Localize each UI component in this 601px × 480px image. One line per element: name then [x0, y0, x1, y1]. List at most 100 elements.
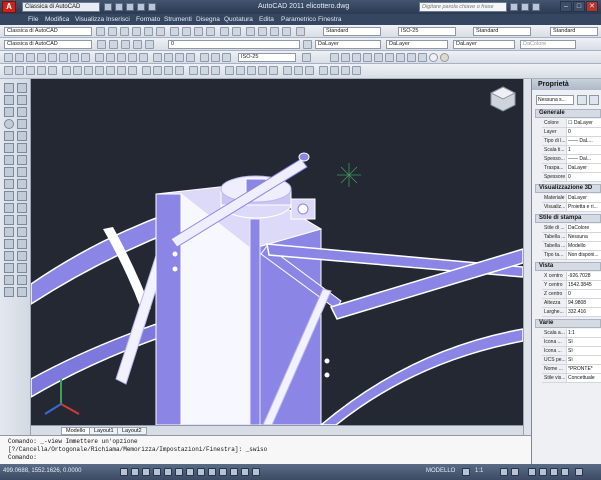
property-value[interactable]: Concettuale	[566, 374, 601, 382]
close-button[interactable]: ✕	[586, 1, 598, 12]
section-generale[interactable]: Generale	[535, 109, 601, 118]
section-stile-di-stampa[interactable]: Stile di stampa	[535, 214, 601, 223]
union-icon[interactable]	[189, 66, 198, 75]
property-value[interactable]: 0	[566, 173, 601, 181]
toggle-pickadd-icon[interactable]	[577, 95, 587, 105]
mirror-3d-icon[interactable]	[258, 66, 267, 75]
rectangle-icon[interactable]	[48, 66, 57, 75]
trim-icon[interactable]	[4, 251, 14, 261]
sun-properties-icon[interactable]	[352, 66, 361, 75]
top-view-icon[interactable]	[374, 53, 383, 62]
property-row[interactable]: Stile vis... Concettuale	[542, 374, 601, 383]
property-row[interactable]: Icona ... Sì	[542, 347, 601, 356]
circle-tool-icon[interactable]	[4, 119, 14, 129]
property-row[interactable]: Z centro 0	[542, 290, 601, 299]
radius-icon[interactable]	[48, 53, 57, 62]
match-properties-icon[interactable]	[206, 27, 215, 36]
linear-dim-icon[interactable]	[4, 53, 13, 62]
menu-disegna[interactable]: Disegna	[196, 16, 220, 23]
help-icon[interactable]	[532, 3, 540, 11]
move-3d-icon[interactable]	[225, 66, 234, 75]
new-icon[interactable]	[108, 27, 117, 36]
diameter-icon[interactable]	[70, 53, 79, 62]
revolve-icon[interactable]	[153, 66, 162, 75]
property-row[interactable]: Scala a... 1:1	[542, 329, 601, 338]
zoom-realtime-icon[interactable]	[258, 27, 267, 36]
cylinder-icon[interactable]	[84, 66, 93, 75]
property-row[interactable]: Altezza 94.9808	[542, 299, 601, 308]
fillet-icon[interactable]	[17, 275, 27, 285]
property-value[interactable]: Nessuna	[566, 233, 601, 241]
hatch-icon[interactable]	[4, 167, 14, 177]
sphere-icon[interactable]	[73, 66, 82, 75]
extrude-icon[interactable]	[142, 66, 151, 75]
copy-icon[interactable]	[182, 27, 191, 36]
selection-select[interactable]: Nessuna s...	[536, 95, 574, 105]
render-icon[interactable]	[319, 66, 328, 75]
mirror-icon[interactable]	[17, 203, 27, 213]
zoom-window-icon[interactable]	[270, 27, 279, 36]
mleader-style-combo[interactable]: Standard	[550, 27, 598, 36]
property-value[interactable]: DaColore	[566, 224, 601, 232]
tolerance-icon[interactable]	[153, 53, 162, 62]
property-row[interactable]: Icona ... Sì	[542, 338, 601, 347]
lights-icon[interactable]	[330, 66, 339, 75]
menu-inserisci[interactable]: Inserisci	[106, 16, 130, 23]
search-input[interactable]: Digitare parola chiave o frase	[419, 2, 507, 12]
revision-cloud-icon[interactable]	[17, 119, 27, 129]
break-icon[interactable]	[139, 53, 148, 62]
ellipse-icon[interactable]	[17, 131, 27, 141]
property-row[interactable]: Y centro 1542.3845	[542, 281, 601, 290]
inspect-icon[interactable]	[175, 53, 184, 62]
ellipse-arc-icon[interactable]	[4, 143, 14, 153]
quick-properties-icon[interactable]	[241, 468, 249, 476]
spline-icon[interactable]	[4, 131, 14, 141]
lock-icon[interactable]	[133, 40, 142, 49]
property-row[interactable]: Layer 0	[542, 128, 601, 137]
property-value[interactable]: 94.9808	[566, 299, 601, 307]
property-row[interactable]: Tabella ... Nessuna	[542, 233, 601, 242]
copy-tool-icon[interactable]	[4, 203, 14, 213]
hardware-acceleration-icon[interactable]	[561, 468, 569, 476]
orbit-icon[interactable]	[341, 53, 350, 62]
continue-icon[interactable]	[117, 53, 126, 62]
wedge-icon[interactable]	[106, 66, 115, 75]
arc-icon[interactable]	[37, 66, 46, 75]
make-current-icon[interactable]	[303, 40, 312, 49]
polar-icon[interactable]	[153, 468, 161, 476]
section-visualizzazione-3d[interactable]: Visualizzazione 3D	[535, 184, 601, 193]
subtract-icon[interactable]	[200, 66, 209, 75]
property-row[interactable]: Traspa... DaLayer	[542, 164, 601, 173]
menu-file[interactable]: File	[28, 16, 38, 23]
intersect-icon[interactable]	[211, 66, 220, 75]
make-block-icon[interactable]	[4, 155, 14, 165]
box-icon[interactable]	[62, 66, 71, 75]
property-row[interactable]: Colore ☐ DaLayer	[542, 119, 601, 128]
otrack-icon[interactable]	[186, 468, 194, 476]
osnap-icon[interactable]	[164, 468, 172, 476]
property-value[interactable]: 1	[566, 146, 601, 154]
ortho-icon[interactable]	[142, 468, 150, 476]
property-value[interactable]: 1542.3845	[566, 281, 601, 289]
grid-icon[interactable]	[131, 468, 139, 476]
property-value[interactable]: 0	[566, 290, 601, 298]
text-style-combo[interactable]: Standard	[323, 27, 381, 36]
align-3d-icon[interactable]	[247, 66, 256, 75]
property-value[interactable]: Sì	[566, 347, 601, 355]
tab-layout1[interactable]: Layout1	[89, 427, 119, 435]
slice-icon[interactable]	[283, 66, 292, 75]
offset-icon[interactable]	[4, 215, 14, 225]
menu-formato[interactable]: Formato	[136, 16, 160, 23]
menu-edita[interactable]: Edita	[259, 16, 274, 23]
property-row[interactable]: Stile di ... DaColore	[542, 224, 601, 233]
redo-icon[interactable]	[232, 27, 241, 36]
command-line[interactable]: Comando: _-view Immettere un'opzione [?/C…	[0, 435, 531, 464]
front-view-icon[interactable]	[385, 53, 394, 62]
torus-icon[interactable]	[117, 66, 126, 75]
circle-icon[interactable]	[26, 66, 35, 75]
new-file-icon[interactable]	[104, 3, 112, 11]
workspace-select[interactable]: Classica di AutoCAD	[22, 2, 100, 12]
menu-finestra[interactable]: Finestra	[318, 16, 341, 23]
save-icon[interactable]	[126, 3, 134, 11]
angular-icon[interactable]	[81, 53, 90, 62]
